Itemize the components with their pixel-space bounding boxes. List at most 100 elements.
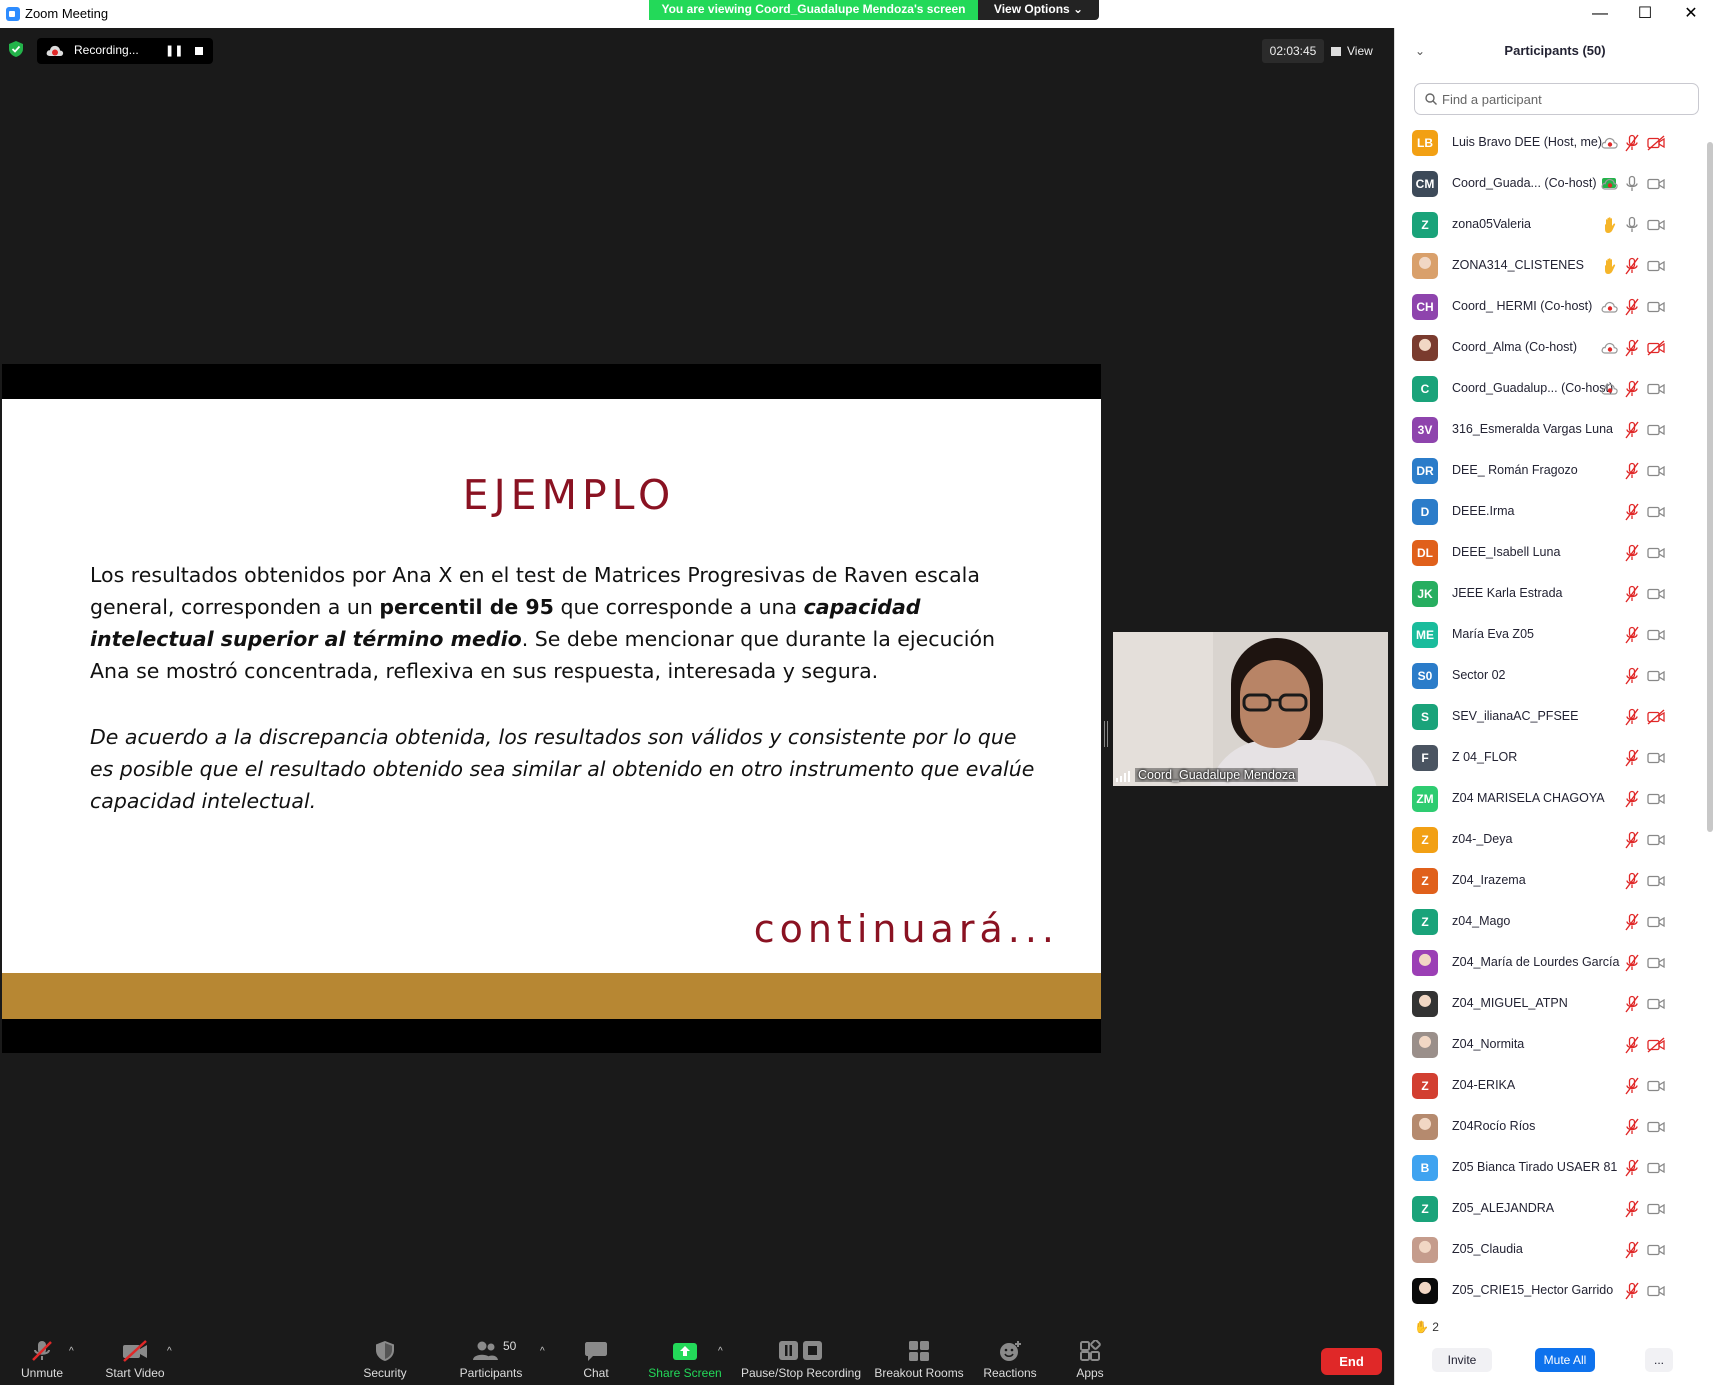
maximize-button[interactable]: ☐ (1632, 3, 1658, 25)
breakout-rooms-button[interactable]: Breakout Rooms (874, 1340, 964, 1382)
muted-microphone-icon[interactable] (1623, 626, 1641, 644)
close-button[interactable]: ✕ (1678, 3, 1704, 25)
video-camera-icon[interactable] (1647, 872, 1665, 890)
pause-recording-button[interactable]: ❚❚ (165, 42, 183, 60)
more-options-button[interactable]: ... (1645, 1348, 1673, 1372)
participant-row[interactable]: ZM Z04 MARISELA CHAGOYA (1395, 778, 1705, 819)
muted-microphone-icon[interactable] (1623, 1200, 1641, 1218)
participant-row[interactable]: Z04_María de Lourdes García (1395, 942, 1705, 983)
video-camera-icon[interactable] (1647, 667, 1665, 685)
encryption-shield-icon[interactable] (9, 41, 23, 57)
participants-options-caret[interactable]: ^ (540, 1346, 545, 1357)
participant-row[interactable]: Coord_Alma (Co-host) (1395, 327, 1705, 368)
view-options-button[interactable]: View Options ⌄ (978, 0, 1099, 20)
participant-row[interactable]: S0 Sector 02 (1395, 655, 1705, 696)
video-camera-icon[interactable] (1647, 298, 1665, 316)
video-camera-icon[interactable] (1647, 749, 1665, 767)
muted-microphone-icon[interactable] (1623, 708, 1641, 726)
participant-row[interactable]: CH Coord_ HERMI (Co-host) (1395, 286, 1705, 327)
muted-microphone-icon[interactable] (1623, 257, 1641, 275)
video-camera-icon[interactable] (1647, 1200, 1665, 1218)
participant-row[interactable]: Zz04_Mago (1395, 901, 1705, 942)
video-camera-icon[interactable] (1647, 585, 1665, 603)
microphone-icon[interactable] (1623, 216, 1641, 234)
muted-microphone-icon[interactable] (1623, 380, 1641, 398)
unmute-button[interactable]: Unmute (12, 1340, 72, 1382)
muted-microphone-icon[interactable] (1623, 995, 1641, 1013)
video-off-icon[interactable] (1647, 339, 1665, 357)
invite-button[interactable]: Invite (1432, 1348, 1492, 1372)
share-options-caret[interactable]: ^ (718, 1346, 723, 1357)
video-camera-icon[interactable] (1647, 380, 1665, 398)
participants-scrollbar[interactable] (1706, 122, 1714, 1310)
muted-microphone-icon[interactable] (1623, 790, 1641, 808)
muted-microphone-icon[interactable] (1623, 298, 1641, 316)
start-video-button[interactable]: Start Video (100, 1340, 170, 1382)
split-view-handle[interactable] (1103, 721, 1109, 747)
muted-microphone-icon[interactable] (1623, 872, 1641, 890)
muted-microphone-icon[interactable] (1623, 913, 1641, 931)
video-camera-icon[interactable] (1647, 1282, 1665, 1300)
video-camera-icon[interactable] (1647, 790, 1665, 808)
reactions-button[interactable]: Reactions (980, 1340, 1040, 1382)
muted-microphone-icon[interactable] (1623, 954, 1641, 972)
video-camera-icon[interactable] (1647, 462, 1665, 480)
video-camera-icon[interactable] (1647, 175, 1665, 193)
participant-row[interactable]: Zzona05Valeria (1395, 204, 1705, 245)
participant-row[interactable]: ME María Eva Z05 (1395, 614, 1705, 655)
participant-row[interactable]: 3V 316_Esmeralda Vargas Luna (1395, 409, 1705, 450)
video-camera-icon[interactable] (1647, 544, 1665, 562)
view-button[interactable]: View (1331, 39, 1383, 63)
end-meeting-button[interactable]: End (1321, 1348, 1382, 1375)
video-camera-icon[interactable] (1647, 626, 1665, 644)
video-camera-icon[interactable] (1647, 995, 1665, 1013)
muted-microphone-icon[interactable] (1623, 503, 1641, 521)
audio-options-caret[interactable]: ^ (69, 1346, 74, 1357)
mute-all-button[interactable]: Mute All (1535, 1348, 1595, 1372)
muted-microphone-icon[interactable] (1623, 1118, 1641, 1136)
muted-microphone-icon[interactable] (1623, 1077, 1641, 1095)
video-off-icon[interactable] (1647, 1036, 1665, 1054)
video-options-caret[interactable]: ^ (167, 1346, 172, 1357)
participant-row[interactable]: JK JEEE Karla Estrada (1395, 573, 1705, 614)
participant-row[interactable]: B Z05 Bianca Tirado USAER 81 (1395, 1147, 1705, 1188)
muted-microphone-icon[interactable] (1623, 462, 1641, 480)
video-camera-icon[interactable] (1647, 1241, 1665, 1259)
muted-microphone-icon[interactable] (1623, 667, 1641, 685)
muted-microphone-icon[interactable] (1623, 544, 1641, 562)
participant-row[interactable]: Z05_Claudia (1395, 1229, 1705, 1270)
video-camera-icon[interactable] (1647, 1077, 1665, 1095)
participant-row[interactable]: Z Z04-ERIKA (1395, 1065, 1705, 1106)
participant-row[interactable]: Z04Rocío Ríos (1395, 1106, 1705, 1147)
participant-row[interactable]: CM Coord_Guada... (Co-host) (1395, 163, 1705, 204)
participant-row[interactable]: DL DEEE_Isabell Luna (1395, 532, 1705, 573)
video-camera-icon[interactable] (1647, 503, 1665, 521)
muted-microphone-icon[interactable] (1623, 339, 1641, 357)
participant-row[interactable]: Zz04-_Deya (1395, 819, 1705, 860)
security-button[interactable]: Security (355, 1340, 415, 1382)
stop-recording-button[interactable] (190, 42, 208, 60)
video-off-icon[interactable] (1647, 134, 1665, 152)
participant-row[interactable]: Z05_CRIE15_Hector Garrido (1395, 1270, 1705, 1310)
apps-button[interactable]: Apps (1070, 1340, 1110, 1382)
video-camera-icon[interactable] (1647, 831, 1665, 849)
participant-row[interactable]: S SEV_ilianaAC_PFSEE (1395, 696, 1705, 737)
share-screen-button[interactable]: Share Screen (645, 1340, 725, 1382)
muted-microphone-icon[interactable] (1623, 1036, 1641, 1054)
muted-microphone-icon[interactable] (1623, 1159, 1641, 1177)
video-off-icon[interactable] (1647, 708, 1665, 726)
participant-video[interactable]: Coord_Guadalupe Mendoza (1113, 632, 1388, 786)
participants-button[interactable]: 50 Participants (455, 1340, 527, 1382)
participant-row[interactable]: Z04_MIGUEL_ATPN (1395, 983, 1705, 1024)
muted-microphone-icon[interactable] (1623, 1241, 1641, 1259)
participant-row[interactable]: Z Z04_Irazema (1395, 860, 1705, 901)
participant-row[interactable]: Z04_Normita (1395, 1024, 1705, 1065)
muted-microphone-icon[interactable] (1623, 831, 1641, 849)
video-camera-icon[interactable] (1647, 421, 1665, 439)
chat-button[interactable]: Chat (570, 1340, 622, 1382)
video-camera-icon[interactable] (1647, 913, 1665, 931)
video-camera-icon[interactable] (1647, 1159, 1665, 1177)
participant-row[interactable]: ZONA314_CLISTENES (1395, 245, 1705, 286)
participant-row[interactable]: D DEEE.Irma (1395, 491, 1705, 532)
video-camera-icon[interactable] (1647, 216, 1665, 234)
